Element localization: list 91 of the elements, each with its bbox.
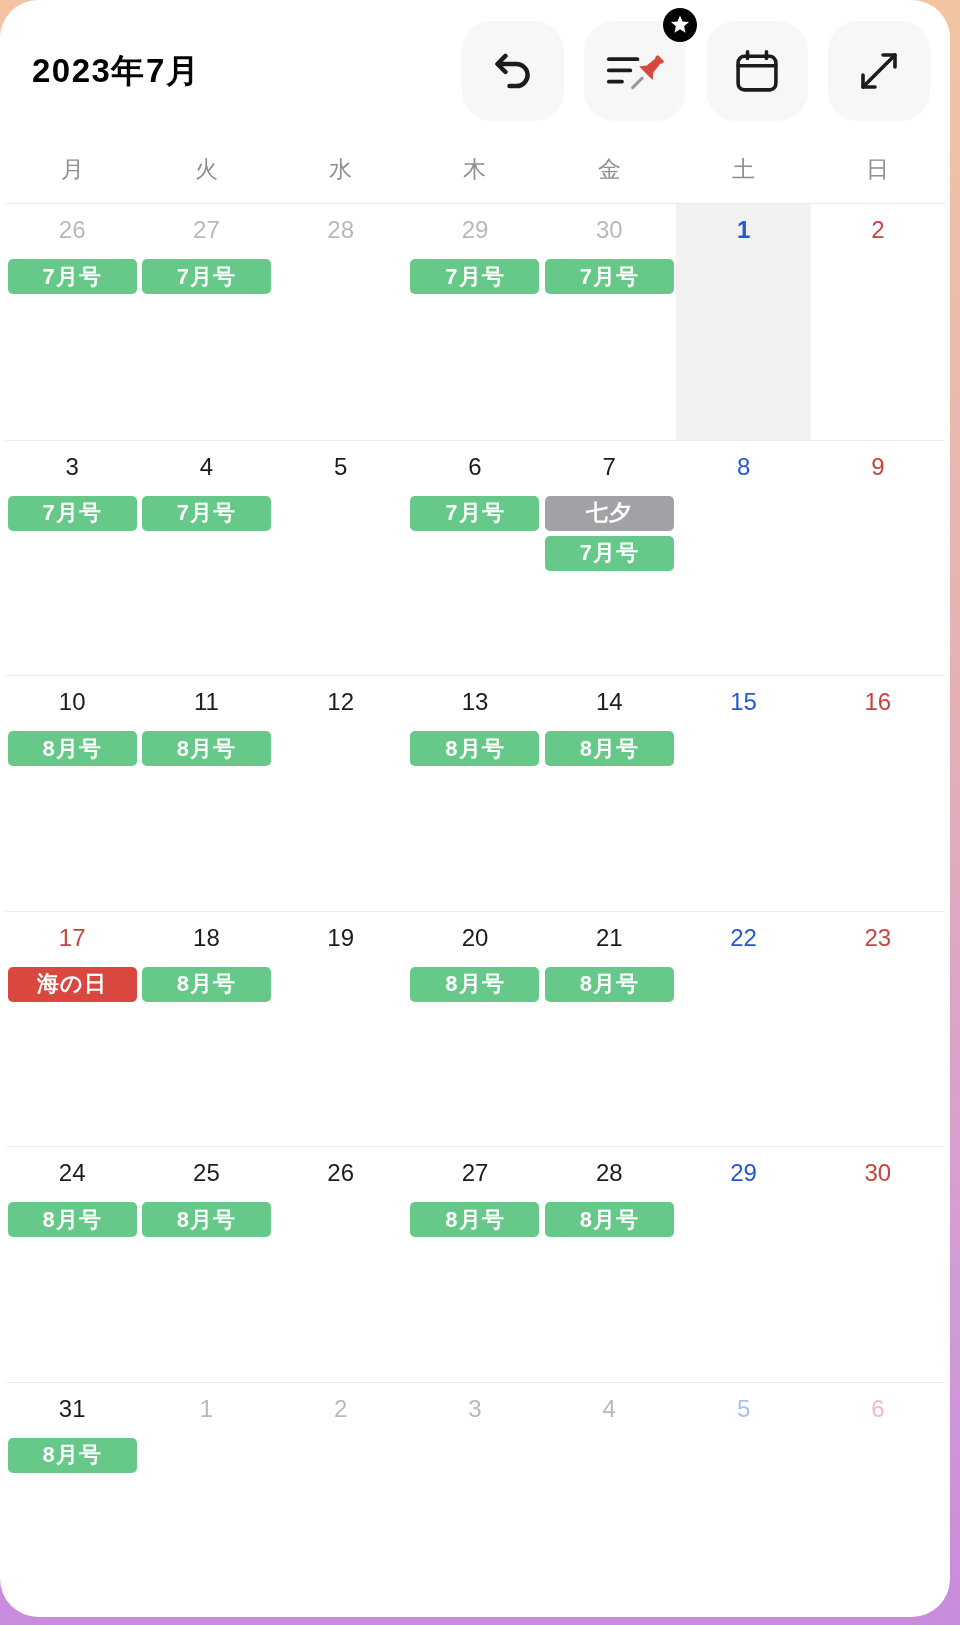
date-number: 26 [327,1158,355,1188]
day-cell[interactable]: 28 8月号 [542,1147,677,1382]
date-number: 30 [595,215,623,245]
date-number: 8 [736,451,751,482]
date-number: 23 [864,922,892,953]
date-number: 4 [199,451,214,482]
date-number: 17 [58,922,86,953]
day-cell[interactable]: 11 8月号 [139,676,274,911]
day-cell[interactable]: 19 [273,911,408,1146]
date-number: 9 [871,451,885,482]
day-cell[interactable]: 8 [676,440,811,675]
date-number: 6 [871,1393,885,1424]
date-number: 11 [193,687,219,717]
expand-button[interactable] [828,21,930,121]
date-number: 27 [461,1158,489,1188]
day-cell[interactable]: 12 [273,676,408,911]
day-cell[interactable]: 2 [810,204,945,440]
date-number: 30 [864,1158,892,1188]
day-cell[interactable]: 25 8月号 [139,1147,274,1382]
weekday-label: 水 [329,155,353,184]
date-number: 3 [65,451,79,482]
date-number: 5 [736,1393,751,1424]
event-chip[interactable]: 七夕 [544,495,674,531]
list-pin-icon [606,52,664,90]
date-number: 19 [327,922,355,953]
day-cell[interactable]: 4 7月号 [139,440,274,675]
date-number: 4 [602,1393,616,1424]
date-number: 25 [193,1158,220,1188]
date-number: 15 [730,687,757,717]
weekday-label: 日 [866,155,890,184]
calendar-button[interactable] [706,21,808,121]
date-number: 28 [327,215,355,245]
day-cell[interactable]: 14 8月号 [542,676,677,911]
expand-icon [859,51,899,91]
date-number: 31 [58,1393,86,1424]
date-number: 12 [327,687,355,717]
date-number: 28 [595,1158,623,1188]
pinned-list-button[interactable] [584,21,686,121]
date-number: 1 [199,1393,214,1424]
calendar-icon [736,50,778,92]
day-cell[interactable]: 21 8月号 [542,911,677,1146]
event-chip[interactable]: 海の日 [7,966,137,1002]
date-number: 29 [730,1158,757,1188]
day-cell[interactable]: 13 8月号 [407,676,543,911]
month-title: 2023年7月 [32,50,201,91]
day-cell[interactable]: 26 [273,1147,408,1382]
day-cell[interactable]: 31 8月号 [5,1382,140,1617]
day-cell[interactable]: 7 七夕 7月号 [542,440,677,675]
date-number: 13 [461,687,489,717]
day-cell[interactable]: 20 8月号 [407,911,543,1146]
weekday-label: 火 [194,155,218,184]
date-number: 21 [595,922,623,953]
day-cell[interactable]: 17 海の日 [5,911,140,1146]
day-cell[interactable]: 16 [810,676,945,911]
date-number: 14 [595,687,623,717]
date-number: 2 [334,1393,348,1424]
date-number: 7 [602,451,616,482]
day-cell[interactable]: 22 [676,911,811,1146]
day-cell[interactable]: 15 [676,676,811,911]
date-number: 3 [468,1393,482,1424]
date-number: 18 [193,922,220,953]
date-number: 10 [58,687,86,717]
date-number: 24 [58,1158,86,1188]
date-number: 6 [468,451,482,482]
date-number: 20 [461,922,489,953]
date-number: 29 [461,215,489,245]
date-number: 26 [58,215,86,245]
day-cell[interactable]: 10 8月号 [5,676,140,911]
date-number: 2 [871,215,885,245]
day-cell[interactable]: 6 7月号 [407,440,543,675]
day-cell[interactable]: 23 [810,911,945,1146]
day-cell[interactable]: 24 8月号 [5,1147,140,1382]
weekday-label: 月 [60,155,84,184]
day-cell[interactable]: 18 8月号 [139,911,274,1146]
day-cell[interactable]: 1 [676,204,811,440]
day-cell[interactable]: 5 [273,440,408,675]
weekday-label: 土 [732,155,756,184]
date-number: 27 [193,215,220,245]
undo-icon [495,53,531,89]
date-number: 16 [864,687,892,717]
weekday-label: 金 [597,155,621,184]
date-number: 1 [736,215,751,245]
date-number: 22 [730,922,757,953]
day-cell[interactable]: 3 7月号 [5,440,140,675]
date-number: 5 [334,451,348,482]
undo-button[interactable] [462,21,564,121]
day-cell[interactable]: 29 [676,1147,811,1382]
day-cell[interactable]: 30 [810,1147,945,1382]
weekday-label: 木 [463,155,487,184]
day-cell[interactable]: 9 [810,440,945,675]
day-cell[interactable]: 27 8月号 [407,1147,543,1382]
